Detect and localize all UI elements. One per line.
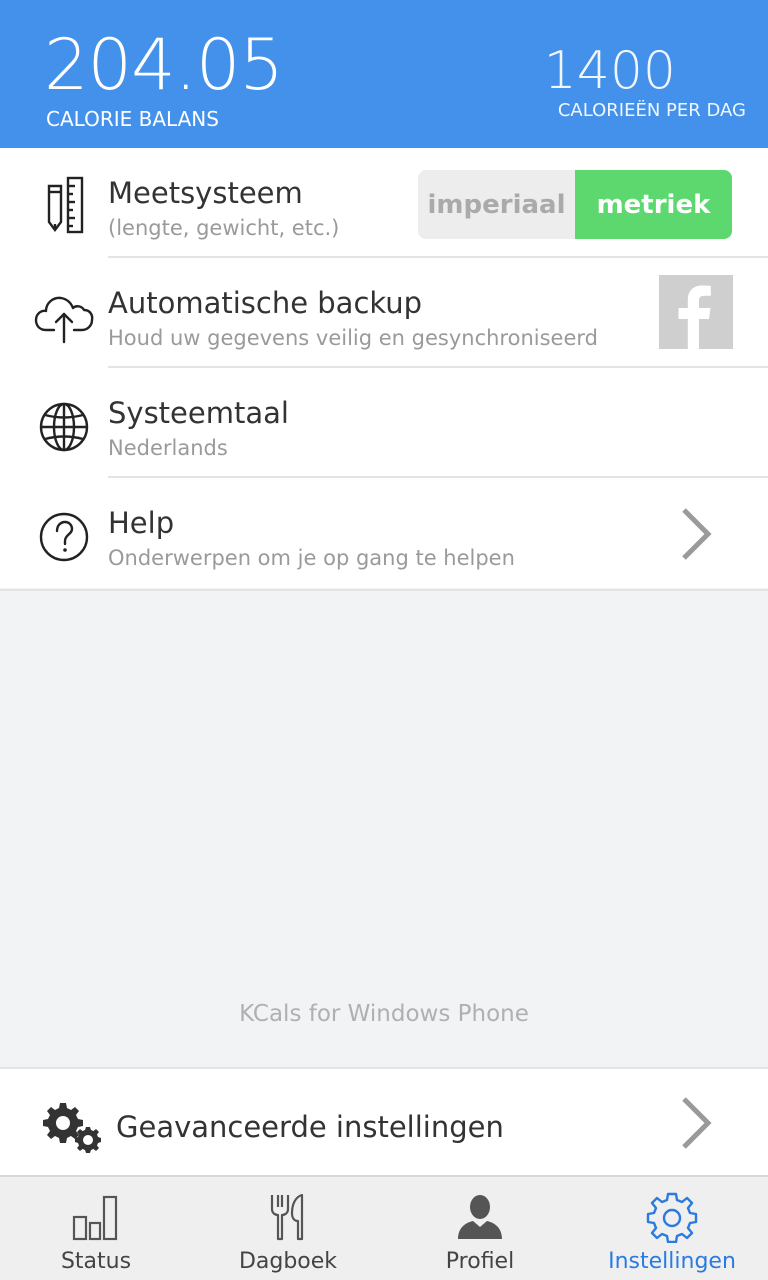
list-bottom-border [0, 589, 768, 591]
nav-status[interactable]: Status [0, 1177, 192, 1280]
nav-diary-label: Dagboek [238, 1249, 338, 1274]
nav-settings[interactable]: Instellingen [576, 1177, 768, 1280]
gears-icon [43, 1103, 101, 1153]
metric-option[interactable]: metriek [575, 170, 732, 239]
chevron-right-icon[interactable] [680, 506, 712, 562]
backup-title: Automatische backup [108, 286, 423, 320]
settings-list: Meetsysteem (lengte, gewicht, etc.) impe… [0, 148, 768, 588]
calorie-header: 204.05 CALORIE BALANS 1400 CALORIEËN PER… [0, 0, 768, 148]
bottom-navigation: Status Dagboek Profiel Instellingen [0, 1175, 768, 1280]
nav-settings-label: Instellingen [608, 1249, 736, 1274]
nav-profile-label: Profiel [445, 1249, 515, 1274]
setting-row-measurement[interactable]: Meetsysteem (lengte, gewicht, etc.) impe… [0, 148, 768, 258]
language-title: Systeemtaal [108, 396, 289, 430]
person-icon [458, 1195, 502, 1239]
gear-icon [646, 1192, 698, 1243]
facebook-button[interactable] [659, 275, 733, 349]
measurement-subtitle: (lengte, gewicht, etc.) [108, 216, 340, 240]
help-title: Help [108, 506, 175, 540]
language-subtitle: Nederlands [108, 436, 228, 460]
advanced-settings-title: Geavanceerde instellingen [116, 1110, 504, 1144]
setting-row-backup[interactable]: Automatische backup Houd uw gegevens vei… [0, 258, 768, 368]
question-circle-icon [39, 512, 89, 562]
nav-profile[interactable]: Profiel [384, 1177, 576, 1280]
app-footer-text: KCals for Windows Phone [239, 1001, 529, 1027]
cloud-upload-icon [34, 296, 94, 344]
nav-diary[interactable]: Dagboek [192, 1177, 384, 1280]
advanced-settings-row[interactable]: Geavanceerde instellingen [0, 1067, 768, 1175]
measurement-toggle[interactable]: imperiaal metriek [418, 170, 732, 239]
calorie-balance-value: 204.05 [44, 24, 284, 106]
calorie-balance-label: CALORIE BALANS [46, 107, 219, 131]
fork-knife-icon [270, 1193, 304, 1241]
bar-chart-icon [72, 1195, 118, 1241]
setting-row-language[interactable]: Systeemtaal Nederlands [0, 368, 768, 478]
setting-row-help[interactable]: Help Onderwerpen om je op gang te helpen [0, 478, 768, 588]
nav-status-label: Status [60, 1249, 132, 1274]
facebook-icon [678, 285, 711, 349]
measurement-title: Meetsysteem [108, 176, 303, 210]
chevron-right-icon[interactable] [680, 1095, 712, 1151]
calories-per-day-value: 1400 [543, 41, 676, 101]
calories-per-day-label: CALORIEËN PER DAG [557, 100, 746, 121]
imperial-option[interactable]: imperiaal [418, 170, 575, 239]
globe-icon [39, 402, 89, 452]
ruler-pencil-icon [47, 176, 84, 234]
help-subtitle: Onderwerpen om je op gang te helpen [108, 546, 515, 570]
backup-subtitle: Houd uw gegevens veilig en gesynchronise… [108, 326, 598, 350]
